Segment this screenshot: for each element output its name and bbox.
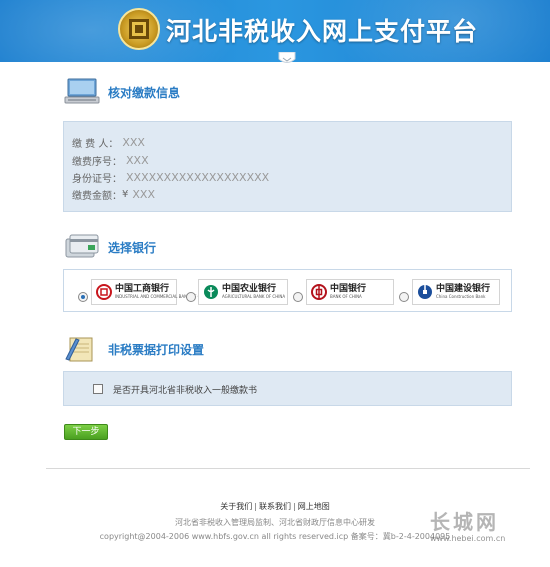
- bank-card-icon: [65, 234, 99, 258]
- payment-info-panel: 缴 费 人： XXX 缴费序号： XXX 身份证号： XXXXXXXXXXXXX…: [63, 121, 512, 212]
- bank-radio-ccb[interactable]: [399, 292, 409, 302]
- serial-value: XXX: [126, 154, 149, 167]
- general-receipt-label: 是否开具河北省非税收入一般缴款书: [113, 386, 258, 396]
- section-bank-heading: 选择银行: [64, 233, 156, 261]
- watermark: 长城网 www.hebei.com.cn: [424, 506, 540, 550]
- header-tab-notch: [278, 52, 296, 63]
- payer-value: XXX: [122, 136, 145, 149]
- serial-label: 缴费序号：: [72, 157, 122, 168]
- site-title: 河北非税收入网上支付平台: [166, 17, 479, 46]
- bank-option-abc[interactable]: 中国农业银行 AGRICULTURAL BANK OF CHINA: [198, 279, 288, 305]
- ccb-name: 中国建设银行: [436, 284, 491, 294]
- amount-value: XXX: [132, 188, 155, 201]
- amount-row: 缴费金额： ¥ XXX: [72, 187, 155, 202]
- section-print-heading: 非税票据打印设置: [64, 335, 204, 363]
- site-logo: [118, 8, 160, 50]
- section-bank-title: 选择银行: [108, 240, 157, 255]
- id-label: 身份证号：: [72, 174, 122, 185]
- boc-name-en: BANK OF CHINA: [330, 294, 362, 299]
- section-verify-heading: 核对缴款信息: [64, 78, 180, 106]
- general-receipt-checkbox[interactable]: [93, 384, 103, 394]
- footer-link-about[interactable]: 关于我们: [220, 502, 252, 511]
- ccb-logo-icon: [418, 285, 432, 299]
- serial-row: 缴费序号： XXX: [72, 153, 149, 168]
- footer-link-contact[interactable]: 联系我们: [259, 502, 291, 511]
- section-print-title: 非税票据打印设置: [108, 342, 205, 357]
- bank-selection-panel: 中国工商银行 INDUSTRIAL AND COMMERCIAL BANK OF…: [63, 269, 512, 312]
- payer-label: 缴 费 人：: [72, 139, 119, 150]
- id-value: XXXXXXXXXXXXXXXXXXX: [126, 171, 270, 184]
- abc-logo-icon: [204, 285, 218, 299]
- currency-symbol: ¥: [122, 189, 129, 200]
- bank-option-ccb[interactable]: 中国建设银行 China Construction Bank: [412, 279, 500, 305]
- icbc-logo-icon: [96, 284, 112, 300]
- bank-radio-abc[interactable]: [186, 292, 196, 302]
- bank-option-boc[interactable]: 中国银行 BANK OF CHINA: [306, 279, 394, 305]
- id-row: 身份证号： XXXXXXXXXXXXXXXXXXX: [72, 170, 269, 185]
- computer-icon: [64, 78, 100, 104]
- footer-link-sitemap[interactable]: 网上地图: [298, 502, 330, 511]
- notepad-pencil-icon: [65, 337, 93, 362]
- section-verify-title: 核对缴款信息: [108, 85, 181, 100]
- abc-name-en: AGRICULTURAL BANK OF CHINA: [222, 294, 286, 299]
- watermark-url: www.hebei.com.cn: [430, 534, 506, 543]
- bank-option-icbc[interactable]: 中国工商银行 INDUSTRIAL AND COMMERCIAL BANK OF…: [91, 279, 210, 305]
- abc-name: 中国农业银行: [222, 284, 277, 294]
- watermark-text: 长城网: [430, 510, 499, 534]
- bank-radio-boc[interactable]: [293, 292, 303, 302]
- amount-label: 缴费金额：: [72, 191, 122, 202]
- print-settings-panel: 是否开具河北省非税收入一般缴款书: [63, 371, 512, 406]
- header-banner: 河北非税收入网上支付平台: [0, 0, 550, 62]
- payer-row: 缴 费 人： XXX: [72, 135, 145, 150]
- next-step-button[interactable]: 下一步: [64, 424, 108, 440]
- footer-divider: [46, 468, 530, 469]
- icbc-name: 中国工商银行: [115, 284, 170, 294]
- boc-logo-icon: [311, 284, 327, 300]
- bank-radio-icbc[interactable]: [78, 292, 88, 302]
- icbc-name-en: INDUSTRIAL AND COMMERCIAL BANK OF CHINA: [115, 294, 211, 299]
- boc-name: 中国银行: [330, 284, 367, 294]
- ccb-name-en: China Construction Bank: [436, 294, 486, 299]
